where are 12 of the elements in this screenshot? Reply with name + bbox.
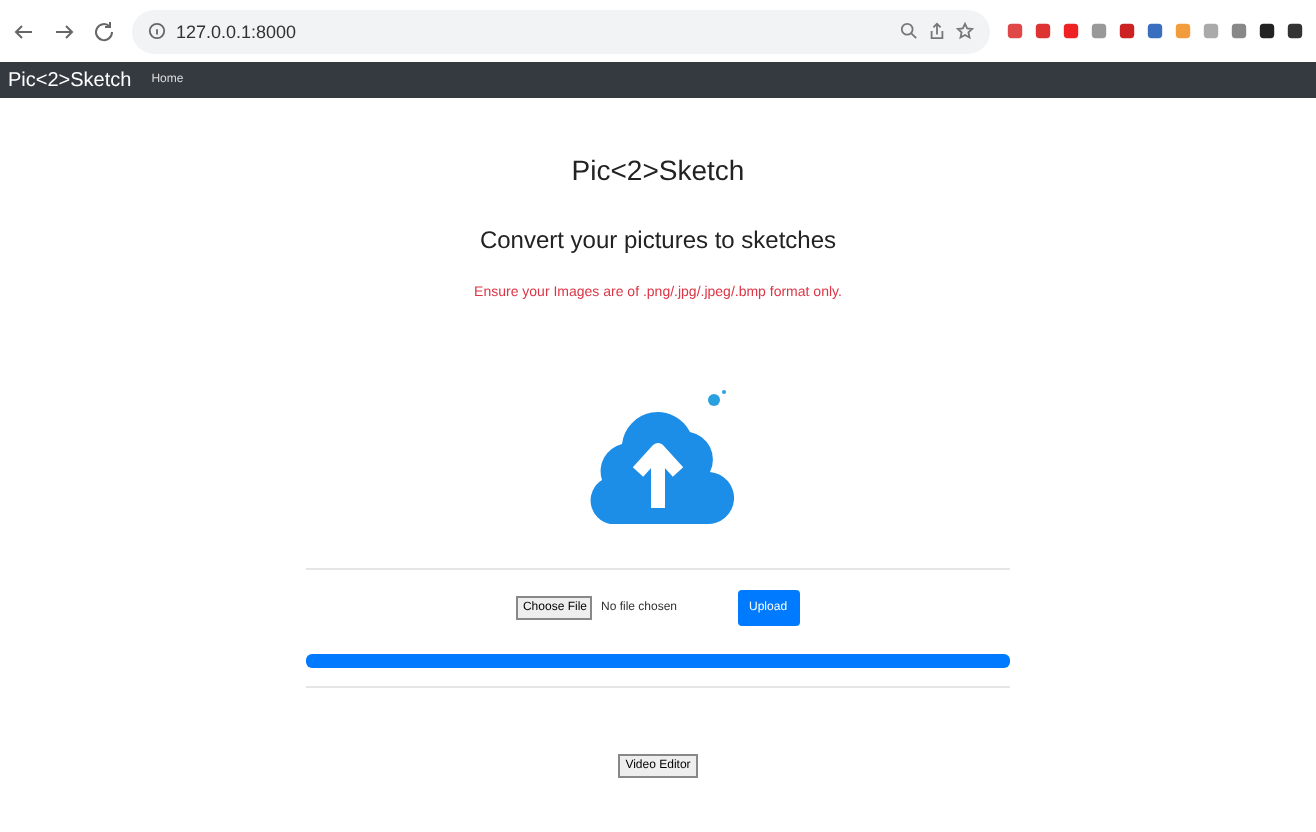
page-subtitle: Convert your pictures to sketches [479, 226, 837, 254]
info-icon[interactable] [148, 22, 166, 40]
share-icon[interactable] [928, 22, 946, 40]
address-bar[interactable]: 127.0.0.1:8000 [132, 9, 990, 53]
zoom-icon[interactable] [900, 22, 918, 40]
page-title: Pic<2>Sketch [571, 154, 745, 186]
star-icon[interactable] [956, 22, 974, 40]
forward-icon[interactable] [52, 19, 76, 43]
reload-icon[interactable] [92, 19, 116, 43]
url-text: 127.0.0.1:8000 [176, 21, 297, 41]
navbar-brand[interactable]: Pic<2>Sketch [8, 69, 132, 91]
back-icon[interactable] [12, 19, 36, 43]
